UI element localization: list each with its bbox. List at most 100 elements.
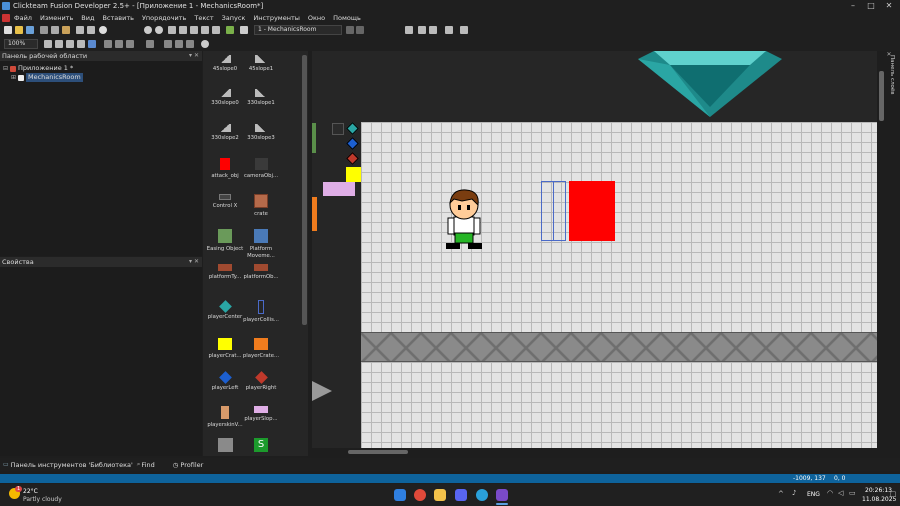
frame-canvas[interactable] xyxy=(361,122,880,448)
prev-icon[interactable] xyxy=(144,26,152,34)
scroll-thumb[interactable] xyxy=(348,450,408,454)
telegram-icon[interactable] xyxy=(476,489,488,501)
layer-icon[interactable] xyxy=(429,26,437,34)
discord-icon[interactable] xyxy=(455,489,467,501)
tab-profiler[interactable]: Profiler xyxy=(180,461,203,469)
player-sprite[interactable] xyxy=(442,187,488,253)
grid-setup-icon[interactable] xyxy=(66,40,74,48)
player-left-object[interactable] xyxy=(346,137,359,150)
edit-icon[interactable] xyxy=(44,40,52,48)
layers-panel-title[interactable]: Панель слоёв xyxy=(883,55,895,95)
frame-icon[interactable] xyxy=(240,26,248,34)
player-crate-orange-object[interactable] xyxy=(312,197,317,231)
menu-edit[interactable]: Изменить xyxy=(40,14,73,22)
clock-time[interactable]: 20:26:13 xyxy=(865,487,892,494)
library-item[interactable]: playerCollis... xyxy=(239,300,283,324)
menu-arrange[interactable]: Упорядочить xyxy=(142,14,186,22)
tree-item-frame[interactable]: ⊞ MechanicsRoom xyxy=(0,73,202,82)
frame-selector[interactable]: 1 - MechanicsRoom xyxy=(254,25,342,35)
zoom-select[interactable]: 100% xyxy=(4,39,38,49)
library-item[interactable]: crate xyxy=(239,194,283,218)
next-frame-icon[interactable] xyxy=(356,26,364,34)
undo-icon[interactable] xyxy=(76,26,84,34)
event-editor-icon[interactable] xyxy=(190,26,198,34)
event-list-icon[interactable] xyxy=(201,26,209,34)
player-crate-object[interactable] xyxy=(346,167,361,182)
cut-icon[interactable] xyxy=(40,26,48,34)
expand-icon[interactable]: ⊞ xyxy=(11,73,16,82)
chrome-icon[interactable] xyxy=(414,489,426,501)
app-menu-icon[interactable] xyxy=(2,13,10,22)
crate-floor[interactable] xyxy=(361,332,880,362)
align-left-icon[interactable] xyxy=(146,40,154,48)
menu-window[interactable]: Окно xyxy=(308,14,325,22)
start-icon[interactable] xyxy=(394,489,406,501)
menu-tools[interactable]: Инструменты xyxy=(253,14,300,22)
align-right-icon[interactable] xyxy=(175,40,183,48)
search-icon[interactable] xyxy=(201,40,209,48)
library-item[interactable]: 330slope1 xyxy=(239,89,283,107)
menu-view[interactable]: Вид xyxy=(81,14,94,22)
camera-object[interactable] xyxy=(332,123,344,135)
player-right-object[interactable] xyxy=(346,152,359,165)
frame-editor-icon[interactable] xyxy=(179,26,187,34)
notifications-icon[interactable]: ▢ xyxy=(890,490,897,498)
save-icon[interactable] xyxy=(26,26,34,34)
underline-icon[interactable] xyxy=(126,40,134,48)
italic-icon[interactable] xyxy=(115,40,123,48)
tree-item-app[interactable]: ⊟ Приложение 1 * xyxy=(0,64,202,73)
paste-icon[interactable] xyxy=(62,26,70,34)
next-icon[interactable] xyxy=(155,26,163,34)
zoom-icon[interactable] xyxy=(55,40,63,48)
tray-chevron-icon[interactable]: ^ xyxy=(778,490,784,498)
battery-icon[interactable]: ▭ xyxy=(849,489,856,497)
library-item[interactable]: playerSlop... xyxy=(239,406,283,423)
slope-object[interactable] xyxy=(312,381,332,401)
tab-library[interactable]: Панель инструментов 'Библиотека' xyxy=(11,461,133,469)
storyboard-icon[interactable] xyxy=(168,26,176,34)
menu-help[interactable]: Помощь xyxy=(333,14,361,22)
player-collision-object[interactable] xyxy=(541,181,566,241)
attack-object[interactable] xyxy=(569,181,615,241)
grid-icon[interactable] xyxy=(405,26,413,34)
weather-temp[interactable]: 22°C xyxy=(23,488,38,495)
language-indicator[interactable]: ENG xyxy=(807,491,820,498)
library-item[interactable]: playerRight xyxy=(239,371,283,392)
maximize-button[interactable]: □ xyxy=(862,0,880,12)
copy-icon[interactable] xyxy=(51,26,59,34)
library-item[interactable]: Platform Moveme... xyxy=(239,229,283,259)
menu-run[interactable]: Запуск xyxy=(222,14,246,22)
justify-icon[interactable] xyxy=(186,40,194,48)
partial-object[interactable] xyxy=(312,123,316,153)
menu-file[interactable]: Файл xyxy=(14,14,32,22)
data-elements-icon[interactable] xyxy=(212,26,220,34)
new-icon[interactable] xyxy=(4,26,12,34)
menu-insert[interactable]: Вставить xyxy=(102,14,133,22)
library-scrollbar[interactable] xyxy=(302,55,307,325)
help-icon[interactable] xyxy=(99,26,107,34)
microphone-icon[interactable]: ♪ xyxy=(792,489,796,497)
ruler-icon[interactable] xyxy=(77,40,85,48)
gem-backdrop[interactable] xyxy=(638,51,782,119)
align-icon[interactable] xyxy=(445,26,453,34)
library-item[interactable]: platformOb... xyxy=(239,264,283,281)
library-item[interactable]: 45slope1 xyxy=(239,55,283,73)
panel-close-icon[interactable]: ▾ ✕ xyxy=(189,257,199,267)
redo-icon[interactable] xyxy=(87,26,95,34)
collapse-icon[interactable]: ⊟ xyxy=(3,64,8,73)
player-center-object[interactable] xyxy=(346,122,359,135)
panel-close-icon[interactable]: ▾ ✕ xyxy=(189,51,199,61)
menu-text[interactable]: Текст xyxy=(194,14,213,22)
minimize-button[interactable]: – xyxy=(844,0,862,12)
library-item[interactable]: 330slope3 xyxy=(239,124,283,142)
tab-find[interactable]: Find xyxy=(141,461,154,469)
bold-icon[interactable] xyxy=(104,40,112,48)
close-button[interactable]: ✕ xyxy=(880,0,898,12)
wifi-icon[interactable]: ◠ xyxy=(827,489,833,497)
library-item[interactable]: S xyxy=(239,438,283,455)
prev-frame-icon[interactable] xyxy=(346,26,354,34)
tools-icon[interactable] xyxy=(460,26,468,34)
explorer-icon[interactable] xyxy=(434,489,446,501)
run-app-icon[interactable] xyxy=(226,26,234,34)
align-center-icon[interactable] xyxy=(164,40,172,48)
